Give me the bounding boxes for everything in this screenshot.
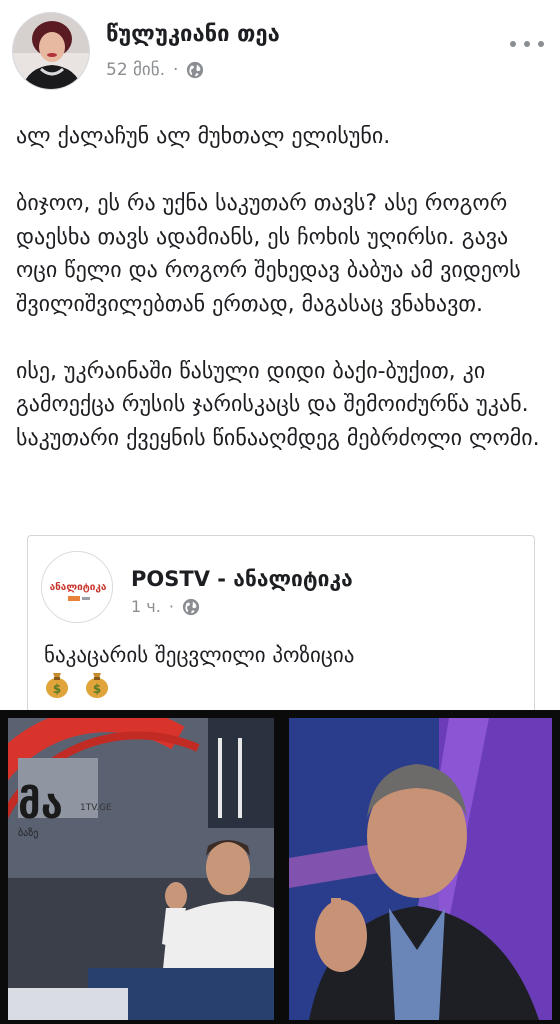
author-avatar[interactable]	[12, 12, 90, 90]
tv-studio-right-image	[289, 718, 552, 1020]
post-time[interactable]: 52 მინ.	[106, 60, 165, 80]
author-photo	[13, 13, 89, 89]
shared-logo-text: ანალიტიკა	[50, 581, 107, 593]
post-meta: 52 მინ. ·	[106, 60, 204, 80]
post-header: წულუკიანი თეა 52 მინ. ·	[0, 0, 560, 100]
video-still-right[interactable]	[289, 718, 552, 1020]
globe-icon[interactable]	[182, 598, 200, 616]
shared-post-text: ნაკაცარის შეცვლილი პოზიცია	[44, 643, 355, 667]
video-collage[interactable]: მა 1TV.GE ბაზე	[0, 710, 560, 1024]
left-overlay-small: 1TV.GE	[80, 803, 112, 813]
more-dot	[538, 41, 544, 47]
shared-meta-separator: ·	[168, 597, 174, 616]
more-options-button[interactable]	[510, 34, 544, 54]
left-overlay-sub: ბაზე	[18, 827, 38, 839]
shared-emoji-row: $ $	[42, 669, 112, 699]
post-paragraph: ბიჯოო, ეს რა უქნა საკუთარ თავს? ასე როგო…	[16, 191, 521, 317]
author-name[interactable]: წულუკიანი თეა	[106, 22, 280, 47]
svg-text:$: $	[93, 682, 101, 696]
svg-text:$: $	[53, 682, 61, 696]
globe-icon[interactable]	[186, 61, 204, 79]
meta-separator: ·	[173, 60, 179, 80]
tv-studio-left-image: მა 1TV.GE ბაზე	[8, 718, 274, 1020]
money-bag-icon: $	[86, 673, 108, 698]
shared-post-meta: 1 ч. ·	[131, 597, 200, 616]
post-body: ალ ქალაჩუნ ალ მუხთალ ელისუნი. ბიჯოო, ეს …	[16, 120, 546, 455]
left-overlay-text: მა	[18, 782, 63, 828]
post-paragraph: ალ ქალაჩუნ ალ მუხთალ ელისუნი.	[16, 124, 391, 149]
post-paragraph: ისე, უკრაინაში წასული დიდი ბაქი-ბუქით, კ…	[16, 358, 540, 451]
shared-post-time[interactable]: 1 ч.	[131, 597, 161, 616]
money-bag-icon: $	[46, 673, 68, 698]
video-still-left[interactable]: მა 1TV.GE ბაზე	[8, 718, 274, 1020]
more-dot	[524, 41, 530, 47]
shared-author-name[interactable]: POSTV - ანალიტიკა	[131, 567, 353, 591]
more-dot	[510, 41, 516, 47]
shared-author-avatar[interactable]: ანალიტიკა	[41, 551, 113, 623]
postv-logo: ანალიტიკა	[42, 552, 112, 622]
shared-post-card[interactable]: ანალიტიკა POSTV - ანალიტიკა 1 ч. · ნაკაც…	[27, 535, 535, 710]
